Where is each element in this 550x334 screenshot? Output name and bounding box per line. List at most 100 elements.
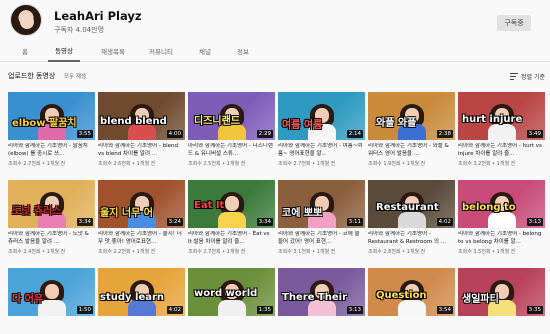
- video-duration: 4:02: [436, 218, 453, 226]
- thumbnail-caption: 다 어유: [12, 294, 44, 305]
- video-thumbnail[interactable]: study learn 4:02: [98, 268, 185, 316]
- video-meta: 조회수 2.6천회 • 1개월 전: [98, 161, 156, 167]
- video-thumbnail[interactable]: Eat It 3:34: [188, 180, 275, 228]
- channel-header: LeahAri Playz 구독자 4.04만명 구독중: [0, 0, 550, 40]
- play-all-link[interactable]: 모두 재생: [64, 72, 86, 80]
- video-meta: 조회수 3.2천회 • 1개월 전: [458, 161, 516, 167]
- thumbnail-caption: belong to: [462, 202, 516, 213]
- tab-videos[interactable]: 동영상: [48, 40, 80, 62]
- thumbnail-caption: word world: [194, 288, 258, 299]
- video-title[interactable]: 리아와 함께하는 기초영어 - blend vs blend 차이를 알려 ..…: [98, 143, 185, 158]
- video-duration: 3:55: [76, 130, 93, 138]
- video-duration: 2:38: [436, 130, 453, 138]
- video-duration: 3:24: [166, 218, 183, 226]
- thumbnail-caption: elbow 팔꿈치: [12, 118, 77, 129]
- video-thumbnail[interactable]: Restaurant 4:02: [368, 180, 455, 228]
- video-duration: 3:13: [346, 306, 363, 314]
- video-thumbnail[interactable]: There Their 3:13: [278, 268, 365, 316]
- thumbnail-caption: hurt injure: [462, 114, 523, 125]
- video-meta: 조회수 2.7천회 • 1개월 전: [278, 161, 336, 167]
- subscribe-button[interactable]: 구독중: [497, 15, 531, 31]
- thumbnail-caption: Question: [376, 290, 427, 301]
- thumbnail-caption: 코에 뽀뽀: [282, 208, 323, 219]
- video-meta: 조회수 2.8천회 • 1개월 전: [368, 249, 426, 255]
- video-duration: 3:49: [526, 130, 543, 138]
- video-thumbnail[interactable]: 생일파티 3:35: [458, 268, 545, 316]
- thumbnail-caption: 생일파티: [462, 294, 499, 305]
- sort-button[interactable]: 정렬 기준: [510, 70, 545, 82]
- video-title[interactable]: 리아와 함께하는 기초영어 - belong to vs belong 차이를 …: [458, 231, 545, 246]
- video-thumbnail[interactable]: belong to 3:13: [458, 180, 545, 228]
- video-thumbnail[interactable]: blend blend 4:00: [98, 92, 185, 140]
- video-title[interactable]: 리아와 함께하는 기초영어 - Restaurant & Restroom 의 …: [368, 231, 455, 246]
- tab-home[interactable]: 홈: [14, 40, 36, 62]
- thumbnail-person: [38, 280, 66, 316]
- video-duration: 2:14: [346, 130, 363, 138]
- video-duration: 2:29: [256, 130, 273, 138]
- video-title[interactable]: 리아와 함께하는 기초영어 - 코에 물 들어 갔어! 영어 표현...: [278, 231, 365, 246]
- video-meta: 조회수 2.2천회 • 1개월 전: [98, 249, 156, 255]
- video-meta: 조회수 2.5천회 • 1개월 전: [188, 161, 246, 167]
- video-duration: 3:13: [526, 218, 543, 226]
- video-meta: 조회수 1.9천회 • 1개월 전: [368, 161, 426, 167]
- video-duration: 1:35: [256, 306, 273, 314]
- video-title[interactable]: 리아와 함께하는 기초영어 - 팔꿈치 (elbow) 를 중시로 쓰...: [8, 143, 95, 158]
- channel-name: LeahAri Playz: [54, 9, 142, 23]
- video-title[interactable]: [368, 319, 455, 334]
- video-duration: 3:54: [436, 306, 453, 314]
- video-thumbnail[interactable]: 와플 와플 2:38: [368, 92, 455, 140]
- video-duration: 4:02: [166, 306, 183, 314]
- video-title[interactable]: 리아와 함께하는 기초영어 - 와플 & 워터스 영어 발음을 ...: [368, 143, 455, 158]
- thumbnail-person: [218, 192, 246, 228]
- video-title[interactable]: [458, 319, 545, 334]
- video-thumbnail[interactable]: 코에 뽀뽀 3:11: [278, 180, 365, 228]
- video-duration: 1:50: [76, 306, 93, 314]
- video-duration: 3:34: [76, 218, 93, 226]
- video-title[interactable]: [278, 319, 365, 334]
- video-meta: 조회수 2.7천회 • 1개월 전: [8, 161, 66, 167]
- video-title[interactable]: 리아와 함께하는 기초영어 - 울지! 너무 맛 좋아! 영어로표현...: [98, 231, 185, 246]
- video-thumbnail[interactable]: 도넛 츄러스 3:34: [8, 180, 95, 228]
- video-thumbnail[interactable]: elbow 팔꿈치 3:55: [8, 92, 95, 140]
- video-duration: 3:34: [256, 218, 273, 226]
- tab-playlists[interactable]: 재생목록: [96, 40, 130, 62]
- video-meta: 조회수 3.1천회 • 1개월 전: [278, 249, 336, 255]
- video-meta: 조회수 2.7천회 • 1개월 전: [188, 249, 246, 255]
- video-duration: 3:35: [526, 306, 543, 314]
- video-title[interactable]: 아리와 함께하는 기초영어 - 디즈니랜드 & 유니버셜 스튜...: [188, 143, 275, 158]
- thumbnail-caption: 디즈니랜드: [194, 116, 240, 127]
- tab-community[interactable]: 커뮤니티: [144, 40, 178, 62]
- video-title[interactable]: [98, 319, 185, 334]
- video-thumbnail[interactable]: 다 어유 1:50: [8, 268, 95, 316]
- video-title[interactable]: 리아와 함께하는 기초영어 - Eat vs It 발음 차이를 알려 줄...: [188, 231, 275, 246]
- thumbnail-caption: Eat It: [194, 200, 225, 211]
- video-thumbnail[interactable]: Question 3:54: [368, 268, 455, 316]
- thumbnail-caption: 여름 여름: [282, 120, 323, 131]
- video-thumbnail[interactable]: 울지 너무 어 3:24: [98, 180, 185, 228]
- thumbnail-caption: blend blend: [100, 116, 167, 127]
- channel-tabs: 홈 동영상 재생목록 커뮤니티 채널 정보: [0, 40, 550, 62]
- video-title[interactable]: 리아와 함께하는 기초영어 - 여름~여름~ 영어표현을 알...: [278, 143, 365, 158]
- video-title[interactable]: 리아와 함께하는 기초영어 - hurt vs injure 차이를 알려 줄.…: [458, 143, 545, 158]
- sort-icon: [510, 72, 518, 80]
- section-title: 업로드한 동영상: [8, 72, 56, 80]
- thumbnail-caption: 울지 너무 어: [100, 208, 153, 219]
- tab-channels[interactable]: 채널: [194, 40, 216, 62]
- thumbnail-caption: There Their: [282, 292, 347, 303]
- subscriber-count: 구독자 4.04만명: [54, 26, 105, 34]
- video-thumbnail[interactable]: 디즈니랜드 2:29: [188, 92, 275, 140]
- video-duration: 3:11: [346, 218, 363, 226]
- avatar-face: [20, 15, 34, 29]
- video-title[interactable]: [8, 319, 95, 334]
- section-header: 업로드한 동영상 모두 재생 정렬 기준: [0, 62, 550, 88]
- video-thumbnail[interactable]: 여름 여름 2:14: [278, 92, 365, 140]
- video-duration: 4:00: [166, 130, 183, 138]
- video-title[interactable]: 리아와 함께하는 기초영어 - 도넛 & 츄러스 발음을 알려 ...: [8, 231, 95, 246]
- tab-about[interactable]: 정보: [232, 40, 254, 62]
- video-title[interactable]: [188, 319, 275, 334]
- video-thumbnail[interactable]: hurt injure 3:49: [458, 92, 545, 140]
- channel-avatar[interactable]: [10, 4, 42, 36]
- video-meta: 조회수 2.4천회 • 1개월 전: [8, 249, 66, 255]
- thumbnail-caption: Restaurant: [376, 202, 439, 213]
- video-thumbnail[interactable]: word world 1:35: [188, 268, 275, 316]
